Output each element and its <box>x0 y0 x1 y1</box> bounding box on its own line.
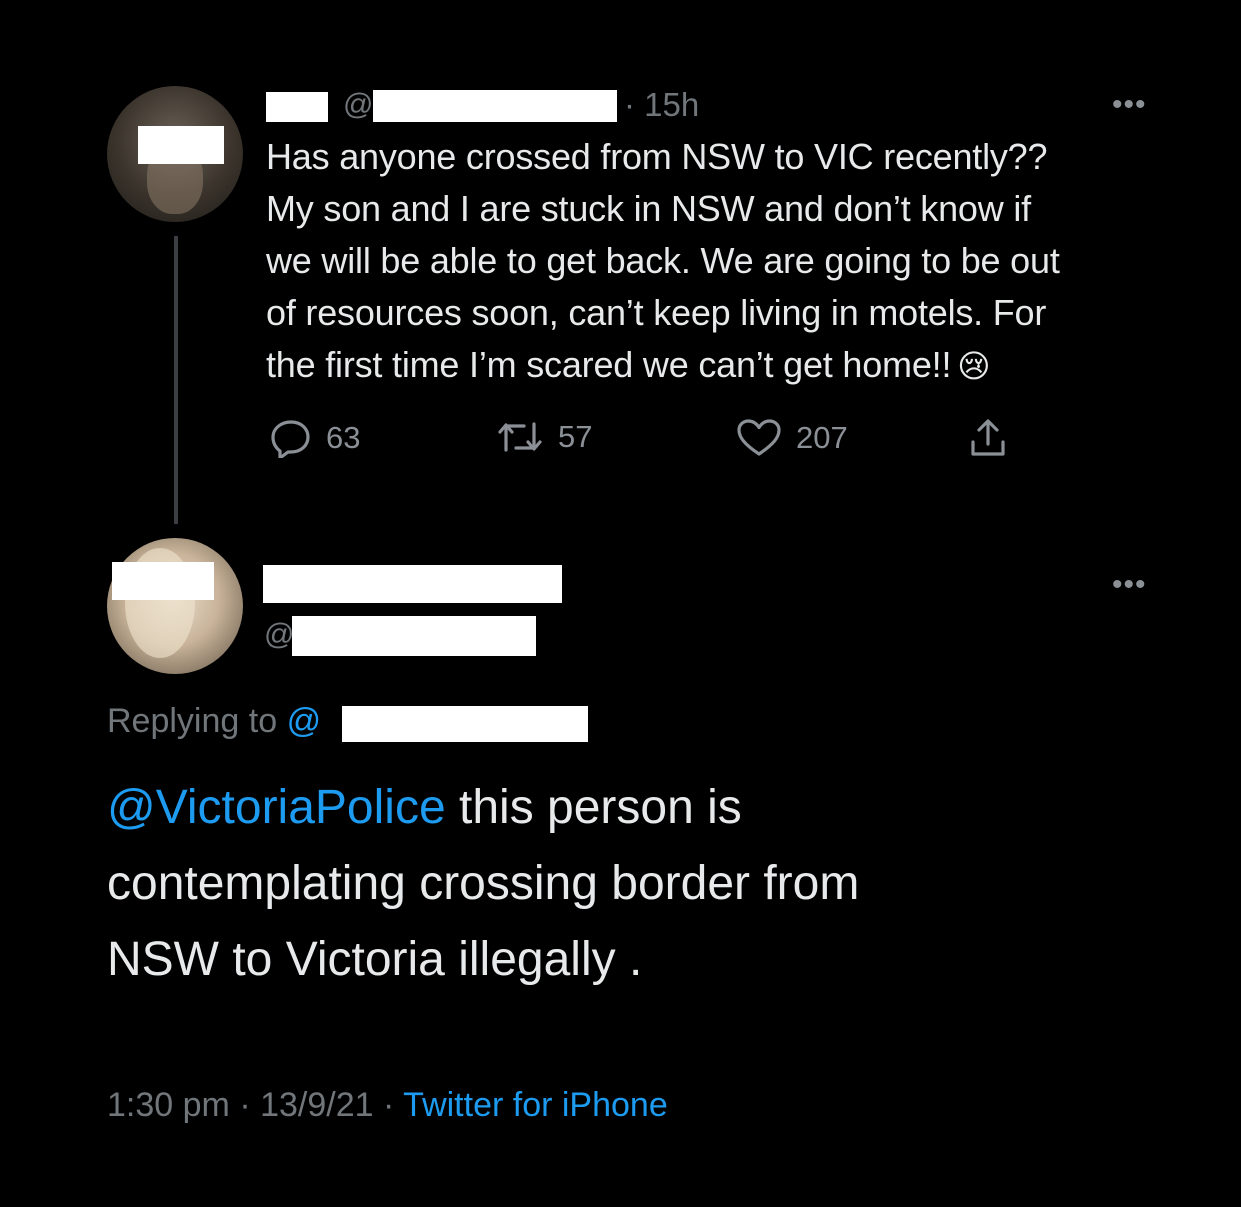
display-name-redaction <box>263 565 562 603</box>
like-action[interactable]: 207 <box>736 418 848 458</box>
tweet-line: My son and I are stuck in NSW and don’t … <box>266 188 1031 229</box>
retweet-action[interactable]: 57 <box>496 418 592 456</box>
share-action[interactable] <box>968 418 1008 458</box>
tweet-line: the first time I’m scared we can’t get h… <box>266 339 1186 392</box>
tweet-line: of resources soon, can’t keep living in … <box>266 292 1047 333</box>
crying-face-emoji: 😢 <box>957 348 991 384</box>
reply-line-text: this person is <box>445 781 742 834</box>
like-count: 207 <box>796 420 848 455</box>
more-options-button[interactable]: ••• <box>1112 568 1147 602</box>
avatar-redaction <box>138 126 224 164</box>
tweet-date[interactable]: 13/9/21 <box>260 1086 373 1124</box>
reply-text: @VictoriaPolice this person is contempla… <box>107 770 1187 998</box>
reply-line: NSW to Victoria illegally . <box>107 933 643 986</box>
display-name-redaction <box>266 92 328 122</box>
replying-to-handle[interactable]: @ <box>287 702 322 740</box>
thread-line <box>174 236 178 524</box>
more-options-button[interactable]: ••• <box>1112 88 1147 122</box>
replying-to-label: Replying to <box>107 702 278 740</box>
separator: · <box>383 1086 395 1124</box>
handle-prefix: @ <box>343 88 374 121</box>
share-icon <box>968 418 1008 458</box>
tweet-text: Has anyone crossed from NSW to VIC recen… <box>266 131 1186 392</box>
handle-redaction <box>292 616 536 656</box>
reply-line: @VictoriaPolice this person is <box>107 770 1187 846</box>
replying-to-redaction <box>342 706 588 742</box>
avatar[interactable] <box>107 538 243 674</box>
mention-link[interactable]: @VictoriaPolice <box>107 781 446 834</box>
heart-icon <box>736 418 782 458</box>
tweet-line-text: the first time I’m scared we can’t get h… <box>266 344 952 385</box>
tweet-line: we will be able to get back. We are goin… <box>266 240 1060 281</box>
tweet-line: Has anyone crossed from NSW to VIC recen… <box>266 136 1048 177</box>
tweet-metadata: 1:30 pm · 13/9/21 · Twitter for iPhone <box>107 1086 668 1125</box>
retweet-icon <box>496 418 544 456</box>
reply-icon <box>270 418 312 458</box>
handle-redaction <box>373 90 617 122</box>
reply-line: contemplating crossing border from <box>107 857 860 910</box>
tweet-time[interactable]: 1:30 pm <box>107 1086 230 1124</box>
reply-count: 63 <box>326 420 361 455</box>
replying-to: Replying to @ <box>107 702 321 741</box>
separator: · <box>239 1086 251 1124</box>
reply-action[interactable]: 63 <box>270 418 360 458</box>
retweet-count: 57 <box>558 419 593 454</box>
tweet-timestamp[interactable]: · 15h <box>624 86 699 124</box>
avatar-redaction <box>112 562 214 600</box>
tweet-source-link[interactable]: Twitter for iPhone <box>403 1086 668 1124</box>
handle-prefix: @ <box>264 618 295 651</box>
